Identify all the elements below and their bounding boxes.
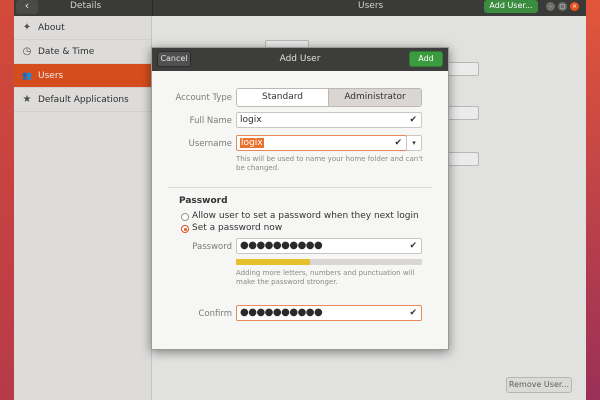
- username-hint: This will be used to name your home fold…: [236, 155, 423, 172]
- password-strength-fill: [236, 259, 311, 265]
- checkmark-icon: ✔: [394, 138, 402, 148]
- radio-icon: [181, 213, 189, 221]
- headerbar: ‹ Details Users Add User... – □ ×: [14, 0, 586, 16]
- password-strength-bar: [236, 259, 422, 265]
- full-name-field[interactable]: logix ✔: [236, 112, 422, 128]
- password-field[interactable]: ●●●●●●●●●● ✔: [236, 238, 422, 254]
- dialog-title: Add User: [279, 54, 321, 64]
- full-name-value: logix: [240, 115, 262, 125]
- minimize-icon[interactable]: –: [546, 2, 555, 11]
- username-dropdown-button[interactable]: ▾: [406, 135, 422, 151]
- password-hint: Adding more letters, numbers and punctua…: [236, 269, 415, 286]
- username-label: Username: [188, 139, 232, 149]
- close-icon[interactable]: ×: [570, 2, 579, 11]
- password-value: ●●●●●●●●●●: [240, 240, 323, 251]
- account-type-standard-button[interactable]: Standard: [237, 89, 329, 106]
- add-user-button[interactable]: Add User...: [484, 0, 538, 13]
- window-title: Users: [358, 1, 384, 11]
- add-user-dialog: Cancel Add User Add Account Type Standar…: [151, 47, 449, 350]
- password-section-title: Password: [179, 196, 228, 206]
- radio-label: Allow user to set a password when they n…: [192, 211, 419, 221]
- wallpaper-right: [586, 0, 600, 400]
- headerbar-divider: [152, 0, 153, 16]
- sidebar-title: Details: [70, 1, 102, 11]
- checkmark-icon: ✔: [409, 241, 417, 251]
- wallpaper-left: [0, 0, 14, 400]
- checkmark-icon: ✔: [409, 308, 417, 318]
- add-button[interactable]: Add: [409, 51, 443, 67]
- checkmark-icon: ✔: [409, 115, 417, 125]
- account-type-label: Account Type: [175, 93, 232, 103]
- radio-selected-icon: [181, 225, 189, 233]
- account-type-administrator-button[interactable]: Administrator: [329, 89, 421, 106]
- full-name-label: Full Name: [189, 116, 232, 126]
- dialog-header: Cancel Add User Add: [152, 48, 448, 71]
- section-divider: [168, 187, 432, 188]
- back-button[interactable]: ‹: [16, 0, 38, 14]
- account-type-toggle: Standard Administrator: [236, 88, 422, 107]
- confirm-value: ●●●●●●●●●●: [240, 307, 323, 318]
- password-label: Password: [192, 242, 232, 252]
- confirm-password-field[interactable]: ●●●●●●●●●● ✔: [236, 305, 422, 321]
- username-value: logix: [240, 138, 264, 148]
- username-field[interactable]: logix ✔: [236, 135, 407, 151]
- maximize-icon[interactable]: □: [558, 2, 567, 11]
- radio-label: Set a password now: [192, 223, 283, 233]
- confirm-label: Confirm: [198, 309, 232, 319]
